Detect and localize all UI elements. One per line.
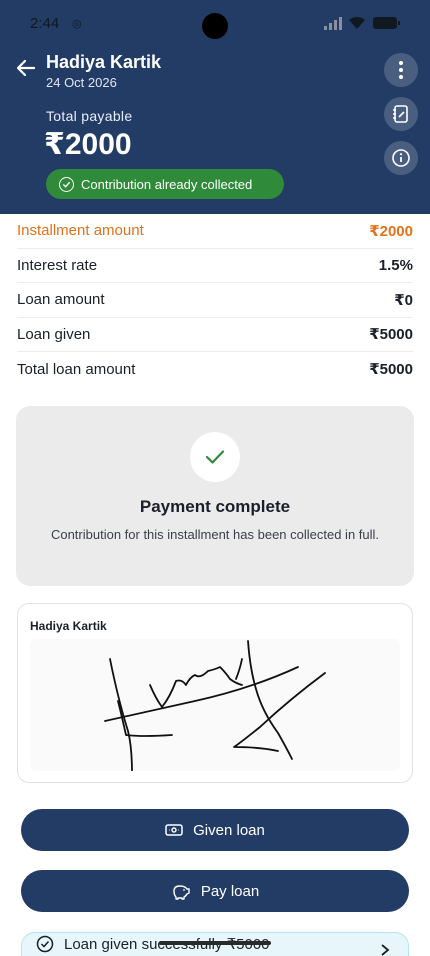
info-button[interactable]	[384, 141, 418, 175]
signature-image	[30, 639, 400, 774]
wifi-icon	[349, 16, 365, 29]
battery-icon	[373, 17, 400, 29]
home-indicator	[159, 941, 271, 945]
pay-loan-label: Pay loan	[200, 882, 260, 900]
detail-label: Loan given	[17, 325, 91, 343]
cellular-signal-icon	[324, 17, 342, 30]
detail-value: ₹2000	[369, 222, 413, 240]
status-bar: 2:44 ◎	[0, 0, 430, 46]
pay-loan-button[interactable]: Pay loan	[21, 870, 409, 912]
detail-value: 1.5%	[378, 256, 413, 274]
total-payable-label: Total payable	[46, 108, 133, 124]
payment-complete-description: Contribution for this installment has be…	[50, 527, 380, 542]
status-time: 2:44	[30, 15, 60, 32]
piggy-bank-icon	[173, 885, 190, 900]
installment-date: 24 Oct 2026	[46, 75, 117, 90]
total-payable-amount: ₹2000	[44, 128, 132, 161]
detail-label: Interest rate	[17, 256, 98, 274]
payment-complete-card: Payment complete Contribution for this i…	[16, 406, 414, 586]
camera-cutout	[202, 13, 228, 39]
check-circle-icon	[59, 176, 74, 192]
detail-value: ₹5000	[369, 361, 413, 379]
info-icon	[392, 149, 410, 167]
detail-row-installment-amount: Installment amount ₹2000	[17, 214, 413, 249]
given-loan-label: Given loan	[193, 821, 265, 839]
nfc-icon: ◎	[72, 18, 82, 30]
detail-row-loan-given: Loan given ₹5000	[17, 318, 413, 352]
notebook-edit-icon	[393, 105, 408, 123]
back-arrow-icon[interactable]	[14, 56, 38, 80]
detail-label: Total loan amount	[17, 360, 136, 378]
chevron-right-icon	[381, 944, 390, 956]
detail-label: Loan amount	[17, 291, 105, 309]
more-vertical-icon	[399, 61, 403, 79]
detail-value: ₹5000	[369, 326, 413, 344]
loan-details-list: Installment amount ₹2000 Interest rate 1…	[17, 214, 413, 387]
detail-row-interest-rate: Interest rate 1.5%	[17, 249, 413, 283]
detail-row-total-loan-amount: Total loan amount ₹5000	[17, 352, 413, 387]
success-check-icon	[190, 432, 240, 482]
more-options-button[interactable]	[384, 53, 418, 87]
customer-name: Hadiya Kartik	[46, 52, 162, 72]
collected-status-badge: Contribution already collected	[46, 169, 284, 199]
given-loan-button[interactable]: Given loan	[21, 809, 409, 851]
detail-row-loan-amount: Loan amount ₹0	[17, 283, 413, 318]
detail-value: ₹0	[394, 291, 413, 309]
detail-label: Installment amount	[17, 222, 144, 240]
payment-complete-title: Payment complete	[139, 497, 291, 516]
banknote-icon	[165, 824, 183, 836]
badge-label: Contribution already collected	[81, 176, 253, 192]
signatory-name: Hadiya Kartik	[30, 619, 107, 633]
notes-button[interactable]	[384, 97, 418, 131]
signature-card: Hadiya Kartik	[17, 603, 413, 783]
check-circle-icon	[36, 935, 54, 953]
